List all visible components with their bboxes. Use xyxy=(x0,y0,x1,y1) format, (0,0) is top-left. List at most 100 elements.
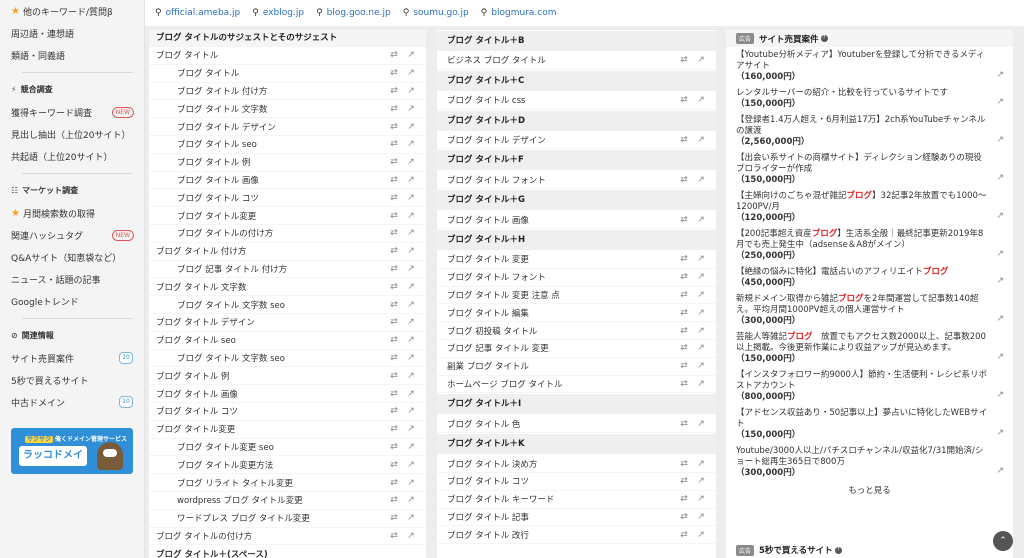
external-link-icon[interactable]: ↗ xyxy=(406,193,416,203)
related-site-link[interactable]: ⚲ blogmura.com xyxy=(481,8,557,18)
scroll-to-top-button[interactable]: ⌃ xyxy=(993,531,1013,551)
retweet-icon[interactable]: ⇄ xyxy=(389,122,399,132)
retweet-icon[interactable]: ⇄ xyxy=(389,246,399,256)
suggest-row[interactable]: ホームページ ブログ タイトル ⇄ ↗ xyxy=(437,376,716,394)
retweet-icon[interactable]: ⇄ xyxy=(679,361,689,371)
retweet-icon[interactable]: ⇄ xyxy=(679,95,689,105)
retweet-icon[interactable]: ⇄ xyxy=(389,139,399,149)
retweet-icon[interactable]: ⇄ xyxy=(389,513,399,523)
suggest-row[interactable]: ブログ タイトル デザイン ⇄ ↗ xyxy=(437,132,716,150)
suggest-row[interactable]: ブログ タイトル 決め方 ⇄ ↗ xyxy=(437,455,716,473)
related-site-link[interactable]: ⚲ blog.goo.ne.jp xyxy=(316,8,391,18)
suggest-row[interactable]: ブログ 記事 タイトル 変更 ⇄ ↗ xyxy=(437,340,716,358)
suggest-row[interactable]: ブログ タイトルの付け方 ⇄ ↗ xyxy=(149,225,426,243)
site-listing[interactable]: 【出会い系サイトの商標サイト】ディレクション経験ありの現役プロライターが作成 （1… xyxy=(726,150,1013,188)
external-link-icon[interactable]: ↗ xyxy=(406,211,416,221)
show-more-link[interactable]: もっと見る xyxy=(726,481,1013,501)
suggest-row[interactable]: ブログ タイトル 例 ⇄ ↗ xyxy=(149,367,426,386)
retweet-icon[interactable]: ⇄ xyxy=(679,272,689,282)
retweet-icon[interactable]: ⇄ xyxy=(389,300,399,310)
suggest-row[interactable]: ブログ タイトル ⇄ ↗ xyxy=(149,47,426,65)
site-listing[interactable]: Youtube/3000人以上/パチスロチャンネル/収益化7/31開始済/ショー… xyxy=(726,443,1013,481)
suggest-row[interactable]: ブログ タイトル seo ⇄ ↗ xyxy=(149,332,426,350)
external-link-icon[interactable]: ↗ xyxy=(696,419,706,429)
external-link-icon[interactable]: ↗ xyxy=(696,272,706,282)
suggest-row[interactable]: ブログ タイトル コツ ⇄ ↗ xyxy=(149,189,426,208)
retweet-icon[interactable]: ⇄ xyxy=(389,495,399,505)
external-link-icon[interactable]: ↗ xyxy=(406,104,416,114)
suggest-row[interactable]: ブログ タイトル 付け方 ⇄ ↗ xyxy=(149,83,426,101)
external-link-icon[interactable]: ↗ xyxy=(696,215,706,225)
retweet-icon[interactable]: ⇄ xyxy=(389,282,399,292)
suggest-row[interactable]: ブログ タイトル css ⇄ ↗ xyxy=(437,92,716,110)
external-link-icon[interactable]: ↗ xyxy=(696,494,706,504)
external-link-icon[interactable]: ↗ xyxy=(406,371,416,381)
site-listing[interactable]: 新規ドメイン取得から雑記ブログを2年間運営して記事数140超え。平均月間1000… xyxy=(726,291,1013,329)
retweet-icon[interactable]: ⇄ xyxy=(679,459,689,469)
sidebar-item[interactable]: 見出し抽出（上位20サイト） xyxy=(11,123,144,145)
retweet-icon[interactable]: ⇄ xyxy=(389,478,399,488)
retweet-icon[interactable]: ⇄ xyxy=(679,308,689,318)
external-link-icon[interactable]: ↗ xyxy=(996,390,1004,401)
suggest-row[interactable]: 副業 ブログ タイトル ⇄ ↗ xyxy=(437,358,716,376)
external-link-icon[interactable]: ↗ xyxy=(996,135,1004,146)
external-link-icon[interactable]: ↗ xyxy=(696,135,706,145)
retweet-icon[interactable]: ⇄ xyxy=(389,424,399,434)
suggest-row[interactable]: ブログ タイトル変更方法 ⇄ ↗ xyxy=(149,456,426,475)
suggest-row[interactable]: ブログ タイトル変更 ⇄ ↗ xyxy=(149,207,426,225)
sidebar-item[interactable]: ニュース・話題の記事 xyxy=(11,268,144,290)
rakko-domain-banner[interactable]: サクサク俺くドメイン管理サービス ラッコドメイン xyxy=(11,428,133,474)
external-link-icon[interactable]: ↗ xyxy=(406,317,416,327)
external-link-icon[interactable]: ↗ xyxy=(696,326,706,336)
retweet-icon[interactable]: ⇄ xyxy=(679,494,689,504)
suggest-row[interactable]: ブログ タイトル 文字数 ⇄ ↗ xyxy=(149,278,426,297)
external-link-icon[interactable]: ↗ xyxy=(406,175,416,185)
site-listing[interactable]: 【インスタフォロワー約9000人】節約・生活便利・レシピ系リポストアカウント （8… xyxy=(726,367,1013,405)
retweet-icon[interactable]: ⇄ xyxy=(679,175,689,185)
sidebar-item[interactable]: 共起語（上位20サイト） xyxy=(11,145,144,167)
retweet-icon[interactable]: ⇄ xyxy=(389,442,399,452)
external-link-icon[interactable]: ↗ xyxy=(406,157,416,167)
suggest-row[interactable]: ブログ タイトル 文字数 seo ⇄ ↗ xyxy=(149,350,426,368)
retweet-icon[interactable]: ⇄ xyxy=(389,317,399,327)
external-link-icon[interactable]: ↗ xyxy=(696,459,706,469)
retweet-icon[interactable]: ⇄ xyxy=(389,389,399,399)
suggest-row[interactable]: ブログ 記事 タイトル 付け方 ⇄ ↗ xyxy=(149,261,426,279)
external-link-icon[interactable]: ↗ xyxy=(406,478,416,488)
external-link-icon[interactable]: ↗ xyxy=(406,353,416,363)
suggest-row[interactable]: ブログ リライト タイトル変更 ⇄ ↗ xyxy=(149,474,426,492)
retweet-icon[interactable]: ⇄ xyxy=(389,228,399,238)
retweet-icon[interactable]: ⇄ xyxy=(679,254,689,264)
retweet-icon[interactable]: ⇄ xyxy=(679,530,689,540)
external-link-icon[interactable]: ↗ xyxy=(996,428,1004,439)
external-link-icon[interactable]: ↗ xyxy=(696,95,706,105)
site-listing[interactable]: 【絶縁の悩みに特化】電話占いのアフィリエイトブログ （450,000円） ↗ xyxy=(726,264,1013,291)
external-link-icon[interactable]: ↗ xyxy=(696,254,706,264)
retweet-icon[interactable]: ⇄ xyxy=(679,379,689,389)
suggest-row[interactable]: ブログ タイトル 色 ⇄ ↗ xyxy=(437,415,716,434)
external-link-icon[interactable]: ↗ xyxy=(996,70,1004,81)
sidebar-item[interactable]: Q&Aサイト（知恵袋など） xyxy=(11,246,144,268)
suggest-row[interactable]: ブログ タイトル 編集 ⇄ ↗ xyxy=(437,304,716,323)
suggest-row[interactable]: ブログ タイトル デザイン ⇄ ↗ xyxy=(149,314,426,332)
suggest-row[interactable]: ワードプレス ブログ タイトル変更 ⇄ ↗ xyxy=(149,510,426,528)
external-link-icon[interactable]: ↗ xyxy=(996,211,1004,222)
external-link-icon[interactable]: ↗ xyxy=(996,276,1004,287)
suggest-row[interactable]: ブログ タイトル キーワード ⇄ ↗ xyxy=(437,491,716,509)
external-link-icon[interactable]: ↗ xyxy=(406,460,416,470)
retweet-icon[interactable]: ⇄ xyxy=(389,531,399,541)
retweet-icon[interactable]: ⇄ xyxy=(389,371,399,381)
retweet-icon[interactable]: ⇄ xyxy=(679,290,689,300)
suggest-row[interactable]: ブログ タイトル 文字数 seo ⇄ ↗ xyxy=(149,296,426,314)
external-link-icon[interactable]: ↗ xyxy=(696,55,706,65)
site-listing[interactable]: 【Youtube分析メディア】Youtuberを登録して分析できるメディアサイト… xyxy=(726,47,1013,85)
suggest-row[interactable]: ブログ タイトル 例 ⇄ ↗ xyxy=(149,154,426,172)
suggest-row[interactable]: ブログ タイトル 付け方 ⇄ ↗ xyxy=(149,243,426,261)
site-listing[interactable]: 【アドセンス収益あり・50記事以上】夢占いに特化したWEBサイト （150,000… xyxy=(726,405,1013,443)
external-link-icon[interactable]: ↗ xyxy=(996,173,1004,184)
suggest-row[interactable]: ブログ タイトル 文字数 ⇄ ↗ xyxy=(149,100,426,119)
suggest-row[interactable]: ブログ タイトル 記事 ⇄ ↗ xyxy=(437,509,716,527)
site-listing[interactable]: 芸能人等雑記ブログ 放置でもアクセス数2000以上、記事数200以上掲載。今後更… xyxy=(726,329,1013,367)
suggest-row[interactable]: ブログ タイトル 改行 ⇄ ↗ xyxy=(437,526,716,545)
external-link-icon[interactable]: ↗ xyxy=(996,466,1004,477)
